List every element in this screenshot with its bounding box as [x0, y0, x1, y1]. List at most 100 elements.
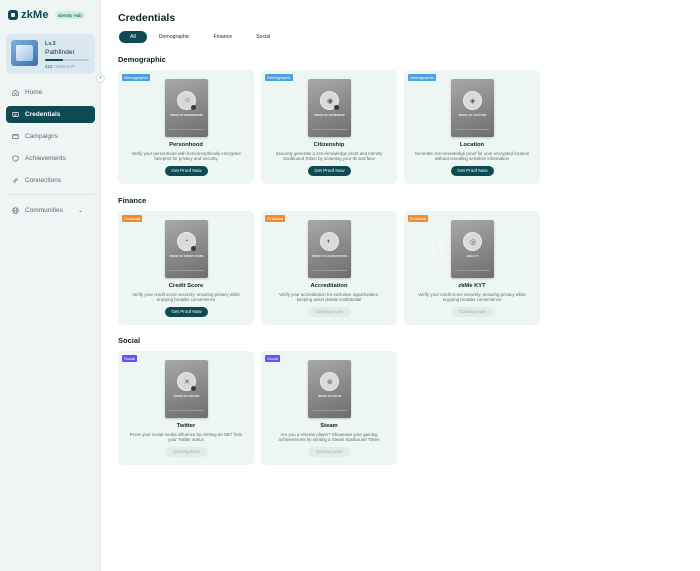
card-title: Steam — [320, 423, 338, 429]
card-description: Securely generate a zero-knowledge proof… — [275, 151, 383, 162]
category-tag: Demographic — [122, 74, 150, 81]
sidebar-item-label: Credentials — [25, 111, 61, 118]
sidebar-item-connections[interactable]: Connections — [6, 172, 95, 189]
card-title: Personhood — [169, 142, 203, 148]
tab-social[interactable]: Social — [244, 31, 282, 43]
sidebar-item-communities[interactable]: Communities ⌄ — [6, 202, 95, 219]
tab-finance[interactable]: Finance — [202, 31, 244, 43]
home-icon — [12, 89, 19, 96]
card-title: Twitter — [176, 423, 196, 429]
sbt-token-image: ◐ PROOF OF ACCREDITATION — [308, 220, 351, 278]
card-title: Location — [459, 142, 485, 148]
sbt-label: PROOF OF TWITTER — [173, 395, 200, 398]
check-badge-icon — [191, 105, 196, 110]
sbt-label: zkMe KYT — [466, 255, 479, 258]
check-badge-icon — [191, 246, 196, 251]
location-pin-icon: ◈ — [470, 98, 476, 105]
chevron-down-icon: ⌄ — [77, 208, 83, 214]
person-icon: ☺ — [184, 97, 192, 104]
sbt-emblem: ◎ — [463, 232, 482, 251]
sbt-label: PROOF OF LOCATION — [458, 114, 487, 117]
sidebar-item-label: Achievements — [25, 155, 66, 162]
section-title-social: Social — [118, 336, 141, 345]
sbt-label: PROOF OF PERSONHOOD — [169, 114, 203, 117]
link-icon — [13, 178, 18, 183]
sbt-label: PROOF OF ACCREDITATION — [311, 255, 348, 258]
category-tag: Financial — [265, 215, 286, 222]
sbt-footer — [169, 410, 204, 413]
tab-demographic[interactable]: Demographic — [147, 31, 202, 43]
nav-divider — [6, 194, 95, 195]
logo-text: zkMe — [21, 9, 49, 21]
steam-logo-icon: ⊛ — [327, 379, 333, 386]
gauge-icon: ◔ — [184, 238, 189, 245]
filter-tabs: All Demographic Finance Social — [119, 31, 282, 43]
id-card-icon — [12, 112, 19, 117]
identity-hub-badge: Identity Hub — [54, 11, 85, 19]
profile-card[interactable]: Lv.3 Pathfinder 423 /1000 EXP — [6, 34, 95, 74]
card-title: zkMe KYT — [458, 283, 486, 289]
xp-readout: 423 /1000 EXP — [45, 64, 75, 69]
check-badge-icon — [334, 105, 339, 110]
card-description: Are you a veteran player? Showcase your … — [278, 432, 380, 443]
section-title-demographic: Demographic — [118, 55, 166, 64]
sbt-footer — [312, 129, 347, 132]
credential-card-accreditation[interactable]: Financial ◐ PROOF OF ACCREDITATION Accre… — [261, 211, 397, 325]
x-logo-icon: ✕ — [184, 379, 190, 386]
credential-card-zkme-kyt[interactable]: Financial KYT ◎ zkMe KYT zkMe KYT Verify… — [404, 211, 540, 325]
get-proof-button[interactable]: Get Proof Now — [165, 166, 208, 176]
sidebar-item-home[interactable]: Home — [6, 84, 95, 101]
sidebar-item-campaigns[interactable]: Campaigns — [6, 128, 95, 145]
credential-card-steam[interactable]: Social ⊛ PROOF OF STEAM Steam Are you a … — [261, 351, 397, 465]
credential-card-twitter[interactable]: Social ✕ PROOF OF TWITTER Twitter Prove … — [118, 351, 254, 465]
credential-card-citizenship[interactable]: Demographic ◉ PROOF OF CITIZENSHIP Citiz… — [261, 70, 397, 184]
tab-all[interactable]: All — [119, 31, 147, 43]
sbt-label: PROOF OF CREDIT SCORE — [169, 255, 204, 258]
sbt-token-image: ◔ PROOF OF CREDIT SCORE — [165, 220, 208, 278]
sbt-token-image: ◎ zkMe KYT — [451, 220, 494, 278]
xp-progress-bar — [45, 59, 89, 61]
get-proof-button[interactable]: Get Proof Now — [308, 166, 351, 176]
get-proof-button[interactable]: Get Proof Now — [451, 166, 494, 176]
magnifier-icon: ◎ — [470, 239, 477, 246]
sidebar-item-label: Campaigns — [25, 133, 58, 140]
card-description: Verify your credit score securely, ensur… — [418, 292, 526, 303]
category-tag: Financial — [408, 215, 429, 222]
sbt-footer — [312, 410, 347, 413]
card-title: Credit Score — [168, 283, 204, 289]
sidebar-item-credentials[interactable]: Credentials — [6, 106, 95, 123]
xp-progress-fill — [45, 59, 64, 61]
sidebar-item-label: Connections — [25, 177, 62, 184]
credential-card-credit-score[interactable]: Financial ◔ PROOF OF CREDIT SCORE Credit… — [118, 211, 254, 325]
section-title-finance: Finance — [118, 196, 147, 205]
coming-soon-button: Coming soon — [308, 307, 351, 317]
card-description: Verify your personhood with homomorphica… — [131, 151, 241, 162]
sbt-token-image: ☺ PROOF OF PERSONHOOD — [165, 79, 208, 137]
get-proof-button[interactable]: Get Proof Now — [165, 307, 208, 317]
sbt-footer — [169, 129, 204, 132]
main-content: Credentials All Demographic Finance Soci… — [101, 0, 700, 571]
card-description: Prove your social media influence by min… — [129, 432, 243, 443]
sbt-emblem: ⊛ — [320, 372, 339, 391]
sbt-token-image: ◈ PROOF OF LOCATION — [451, 79, 494, 137]
sbt-footer — [455, 129, 490, 132]
card-title: Accreditation — [310, 283, 348, 289]
sidebar-nav: Home Credentials Campaigns Achievements … — [6, 84, 95, 224]
coming-soon-button: Coming soon — [165, 447, 208, 457]
sbt-label: PROOF OF CITIZENSHIP — [314, 114, 345, 117]
logo[interactable]: zkMe Identity Hub — [8, 9, 85, 21]
credential-card-personhood[interactable]: Demographic ☺ PROOF OF PERSONHOOD Person… — [118, 70, 254, 184]
card-title: Citizenship — [313, 142, 345, 148]
coming-soon-button: Coming soon — [451, 307, 494, 317]
coming-soon-button: Coming soon — [308, 447, 351, 457]
flag-icon — [12, 134, 19, 139]
sidebar: zkMe Identity Hub Lv.3 Pathfinder 423 /1… — [0, 0, 101, 571]
xp-total: /1000 EXP — [53, 64, 76, 69]
certificate-icon: ◐ — [327, 238, 332, 245]
category-tag: Demographic — [265, 74, 293, 81]
sbt-footer — [455, 270, 490, 273]
category-tag: Demographic — [408, 74, 436, 81]
sidebar-item-achievements[interactable]: Achievements — [6, 150, 95, 167]
credential-card-location[interactable]: Demographic ◈ PROOF OF LOCATION Location… — [404, 70, 540, 184]
check-badge-icon — [191, 386, 196, 391]
